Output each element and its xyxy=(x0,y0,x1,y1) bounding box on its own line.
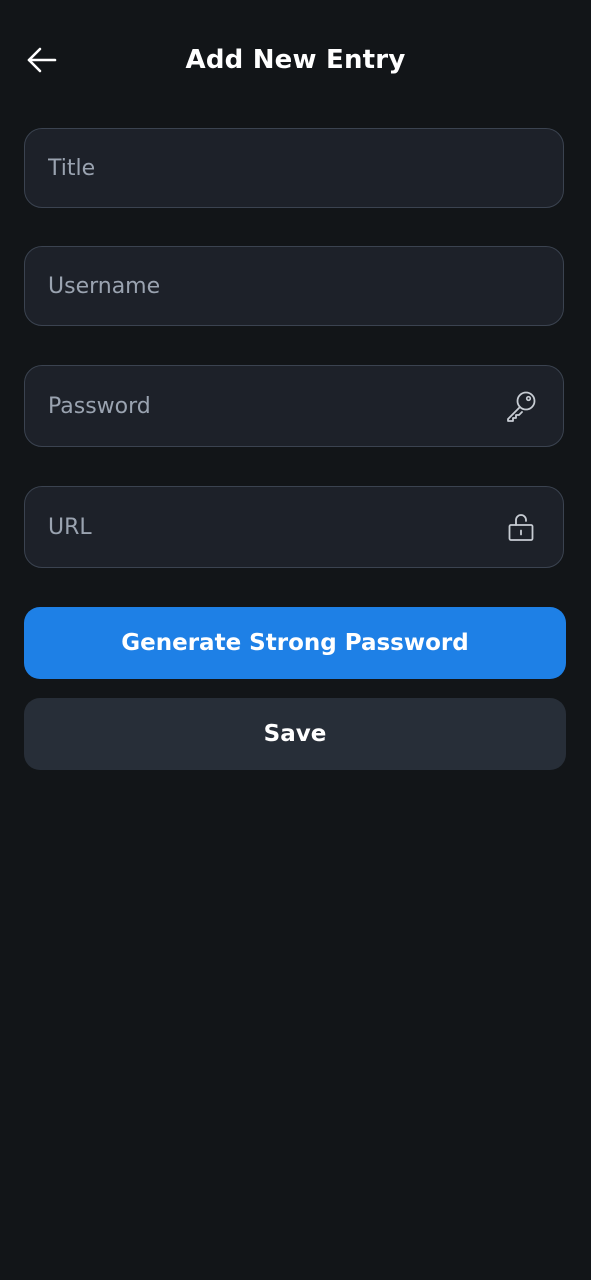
generate-password-label: Generate Strong Password xyxy=(121,630,469,656)
page-title: Add New Entry xyxy=(185,45,406,75)
username-field[interactable] xyxy=(24,246,564,326)
title-input[interactable] xyxy=(25,129,563,207)
unlock-icon xyxy=(501,507,541,547)
key-icon[interactable] xyxy=(501,386,541,426)
url-input[interactable] xyxy=(25,487,501,567)
save-button[interactable]: Save xyxy=(24,698,566,770)
save-label: Save xyxy=(263,721,327,747)
generate-password-button[interactable]: Generate Strong Password xyxy=(24,607,566,679)
password-field[interactable] xyxy=(24,365,564,447)
username-input[interactable] xyxy=(25,247,563,325)
password-input[interactable] xyxy=(25,366,501,446)
url-field[interactable] xyxy=(24,486,564,568)
app-header: Add New Entry xyxy=(0,0,591,120)
add-entry-screen: Add New Entry Generate Strong Password xyxy=(0,0,591,1280)
title-field[interactable] xyxy=(24,128,564,208)
